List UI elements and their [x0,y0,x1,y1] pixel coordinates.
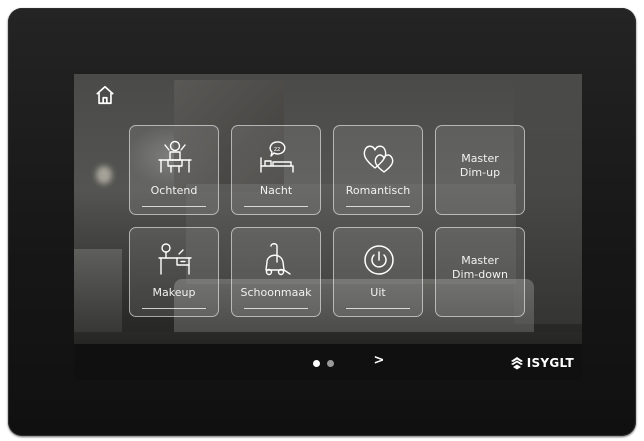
tile-label: Master Dim-up [459,152,501,179]
person-at-desk-icon [158,140,192,173]
vacuum-cleaner-icon [265,243,291,276]
tile-label: Master Dim-down [452,254,508,281]
scene-tile-makeup[interactable]: Makeup [129,227,219,317]
scene-tile-master-dim-up[interactable]: Master Dim-up [435,125,525,215]
home-button[interactable] [92,82,118,108]
scene-tile-ochtend[interactable]: Ochtend [129,125,219,215]
brand-name: ISYGLT [526,356,574,370]
tile-label: Uit [370,286,386,299]
scene-tile-romantisch[interactable]: Romantisch [333,125,423,215]
power-icon [364,245,394,275]
home-icon [96,85,114,105]
tile-underline [142,206,206,207]
tile-label: Ochtend [150,184,198,197]
hearts-icon [363,145,394,173]
background-nightstand [74,249,122,339]
tile-underline [346,206,410,207]
scene-tile-nacht[interactable]: zz Nacht [231,125,321,215]
tile-label: Nacht [259,184,293,197]
page-indicator-dot-active[interactable] [313,360,320,367]
page-indicator-dot[interactable] [327,360,334,367]
brand-logo-icon [510,357,523,370]
next-page-button[interactable]: > [370,353,388,373]
scene-tile-master-dim-down[interactable]: Master Dim-down [435,227,525,317]
brand-logo: ISYGLT [510,354,574,372]
tile-label: Makeup [152,286,196,299]
bed-sleep-icon: zz [260,141,294,173]
touch-screen: Ochtend zz Nacht Romantisch Master Dim-u… [74,74,582,380]
vanity-desk-icon [158,243,192,275]
tile-underline [244,308,308,309]
scene-tile-uit[interactable]: Uit [333,227,423,317]
tile-underline [244,206,308,207]
scene-tile-schoonmaak[interactable]: Schoonmaak [231,227,321,317]
background-lamp [96,166,112,184]
svg-text:zz: zz [274,146,280,153]
tile-underline [142,308,206,309]
tile-label: Romantisch [345,184,411,197]
bottom-bar: > ISYGLT [74,344,582,380]
tile-underline [346,308,410,309]
tile-label: Schoonmaak [240,286,312,299]
